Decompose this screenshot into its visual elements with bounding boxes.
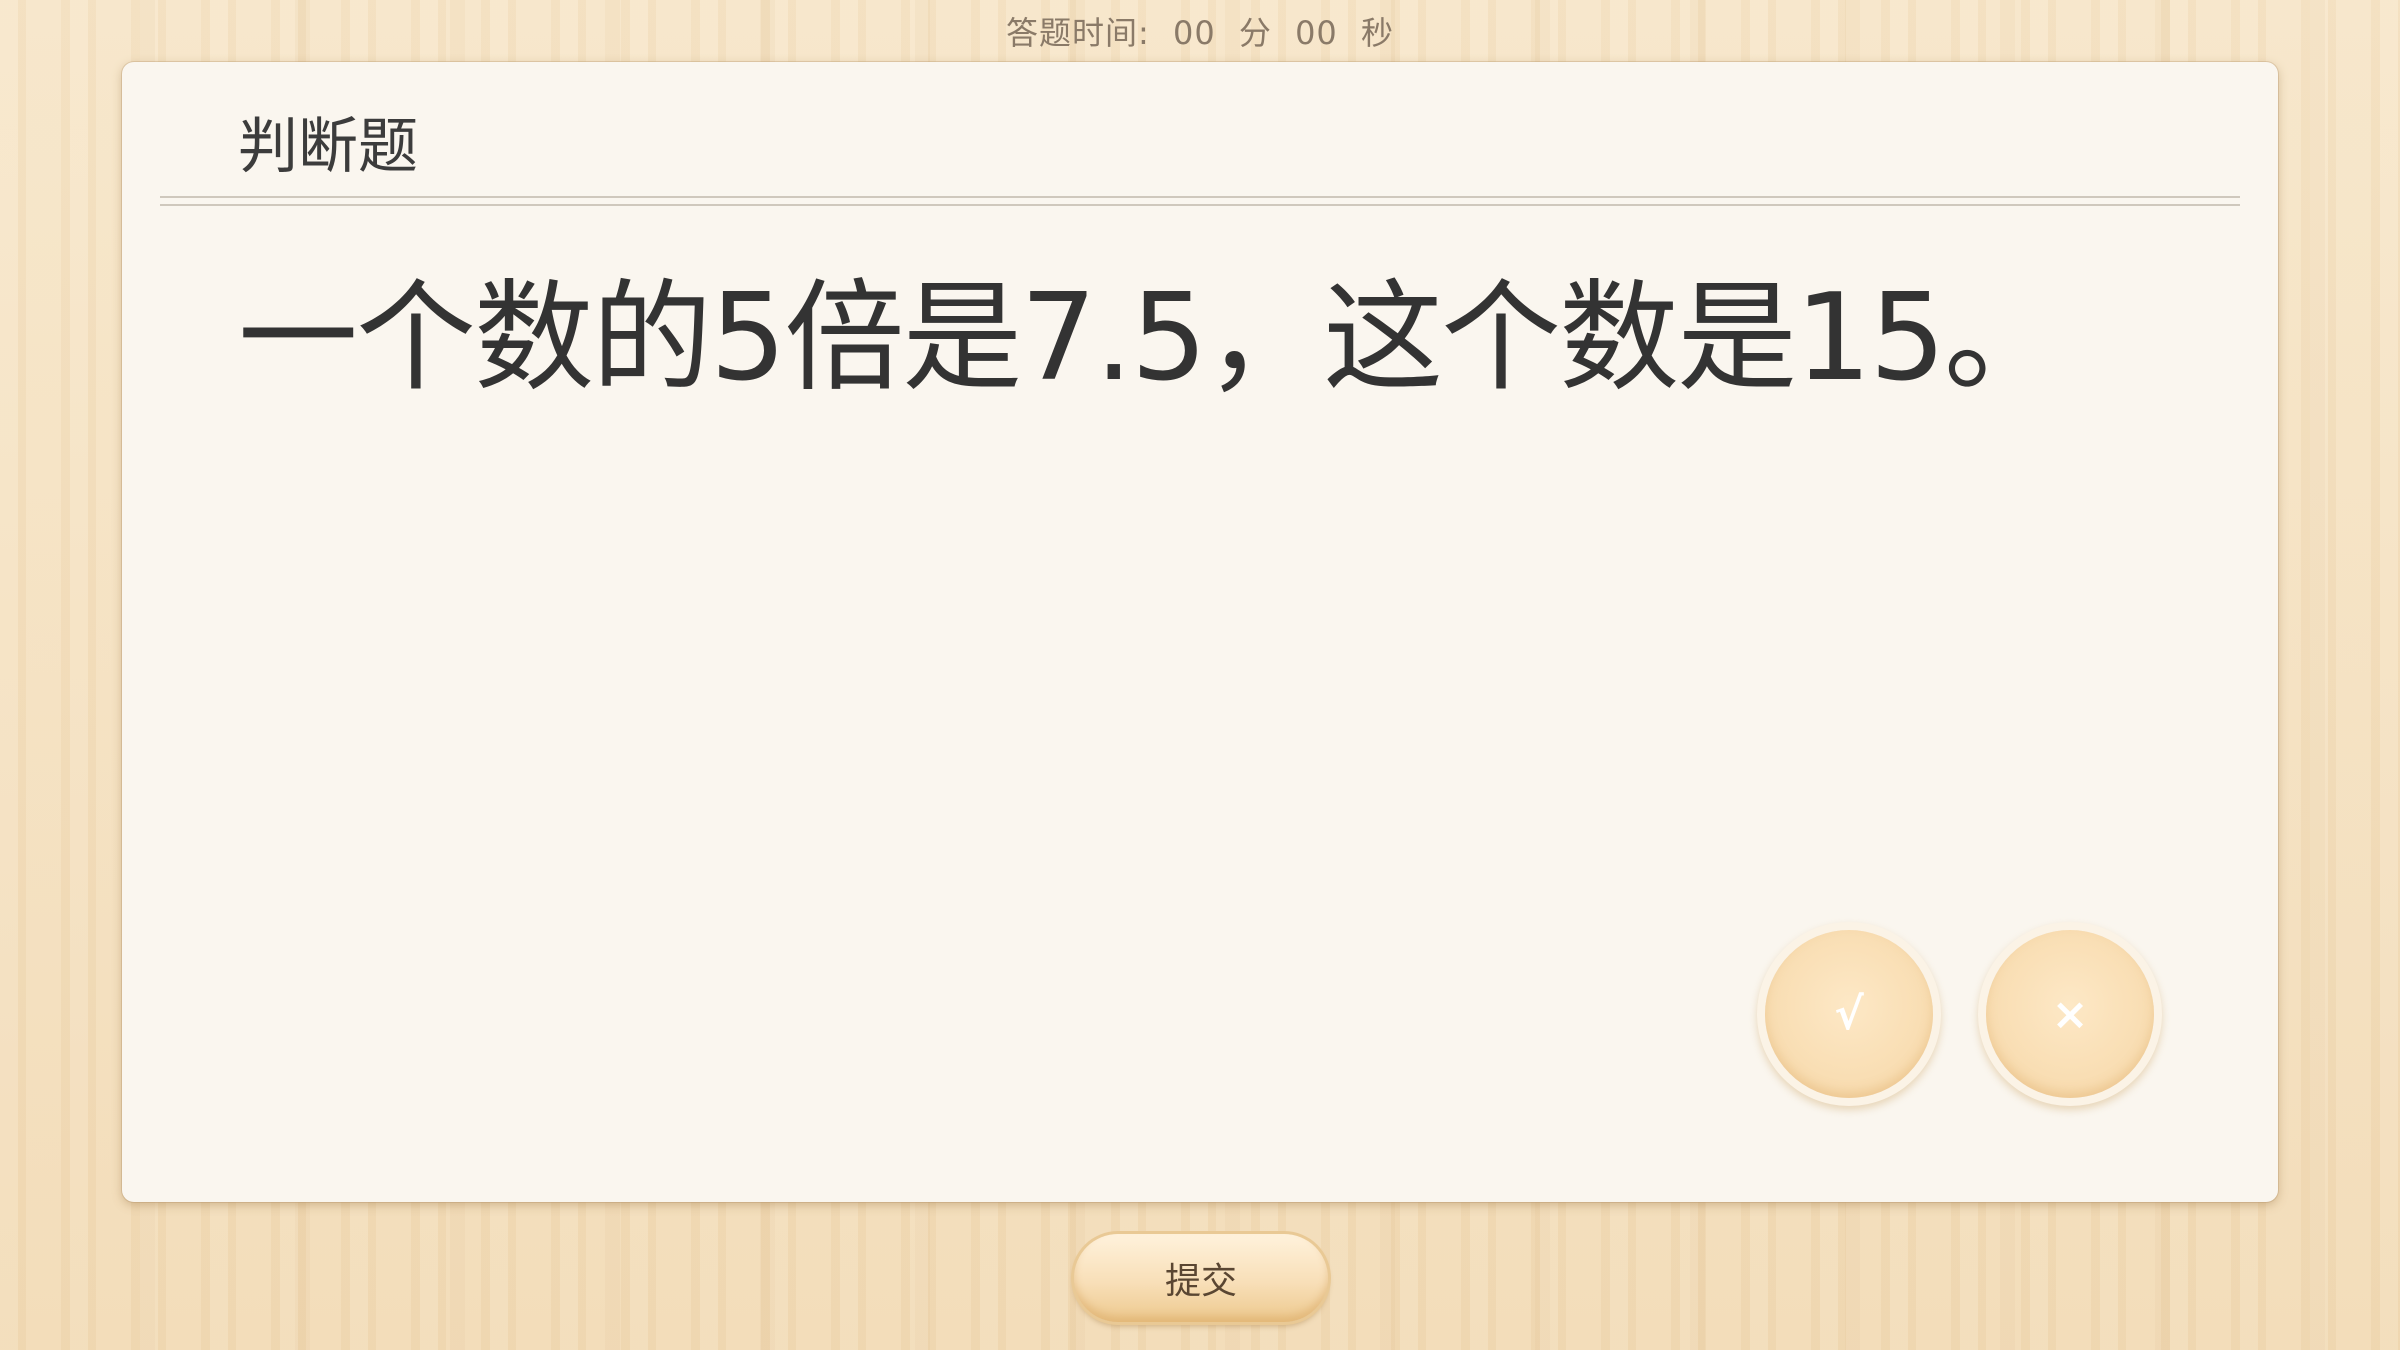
false-answer-button[interactable]: × [1986,930,2154,1098]
submit-button[interactable]: 提交 [1074,1234,1328,1322]
true-answer-button[interactable]: √ [1765,930,1933,1098]
question-type-title: 判断题 [238,112,418,182]
timer-minutes: 00 [1172,14,1216,52]
timer-minutes-unit: 分 [1238,14,1272,52]
question-text: 一个数的5倍是7.5，这个数是15。 [238,269,2064,408]
cross-icon: × [2051,988,2089,1040]
title-divider [160,196,2240,206]
quiz-stage: 答题时间: 00 分 00 秒 判断题 一个数的5倍是7.5，这个数是15。 √… [0,0,2400,1350]
timer-seconds-unit: 秒 [1360,14,1394,52]
timer-seconds: 00 [1295,14,1338,52]
question-card: 判断题 一个数的5倍是7.5，这个数是15。 √ × [122,62,2278,1202]
timer-label: 答题时间: [1006,14,1150,52]
submit-button-label: 提交 [1164,1261,1237,1302]
answer-timer: 答题时间: 00 分 00 秒 [0,8,2400,54]
check-icon: √ [1834,988,1864,1040]
